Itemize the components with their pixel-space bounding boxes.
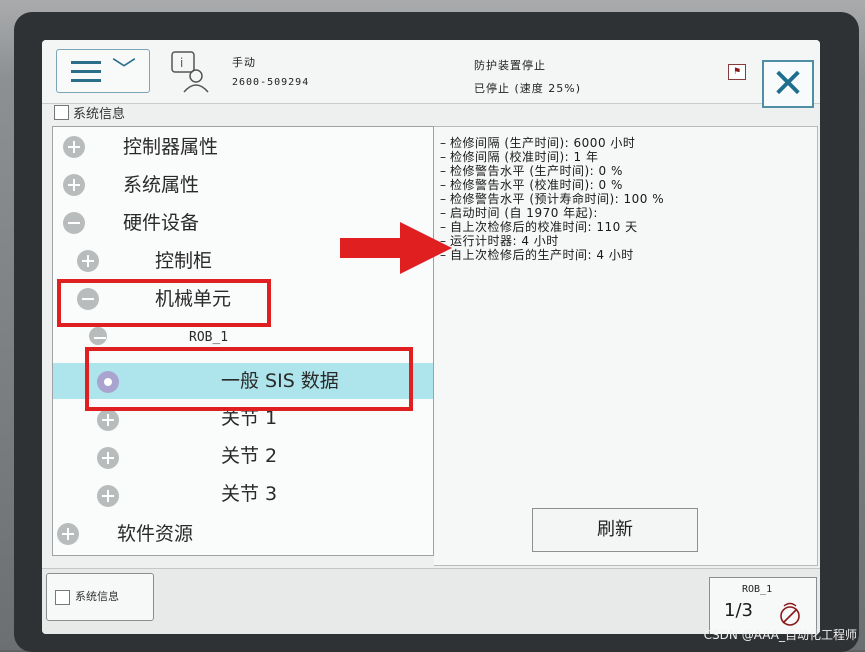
info-line: – 运行计时器: 4 小时: [440, 234, 559, 248]
watermark: CSDN @AAA_自动化工程师: [703, 628, 857, 642]
info-line: – 自上次检修后的校准时间: 110 天: [440, 220, 638, 234]
info-line: – 检修间隔 (校准时间): 1 年: [440, 150, 599, 164]
info-line: – 自上次检修后的生产时间: 4 小时: [440, 248, 634, 262]
system-serial: 2600-509294: [232, 77, 310, 88]
hamburger-icon: [71, 61, 101, 83]
expand-icon[interactable]: [77, 250, 99, 272]
close-button[interactable]: ✕: [762, 60, 814, 108]
main-menu-button[interactable]: ﹀: [56, 49, 150, 93]
tree-item-system-properties[interactable]: 系统属性: [123, 170, 199, 200]
operating-mode: 手动: [232, 56, 256, 69]
expand-icon[interactable]: [97, 409, 119, 431]
window-title-label: 系统信息: [73, 107, 126, 122]
taskbar-system-info[interactable]: 系统信息: [46, 573, 154, 621]
tree-item-joint-2[interactable]: 关节 2: [221, 441, 277, 471]
tree-item-controller-properties[interactable]: 控制器属性: [123, 132, 218, 162]
tree-item-control-cabinet[interactable]: 控制柜: [155, 246, 212, 276]
collapse-icon[interactable]: [63, 212, 85, 234]
expand-icon[interactable]: [57, 523, 79, 545]
expand-icon[interactable]: [63, 174, 85, 196]
info-line: – 检修间隔 (生产时间): 6000 小时: [440, 136, 636, 150]
info-line: – 检修警告水平 (生产时间): 0 %: [440, 164, 623, 178]
flexpendant-screen: ﹀ i 手动 2600-509294 防护装置停止 已停止 (速度 25%) ⚑…: [42, 40, 820, 634]
info-line: – 检修警告水平 (预计寿命时间): 100 %: [440, 192, 665, 206]
annotation-box-sis-data: [85, 347, 413, 411]
svg-text:i: i: [180, 56, 183, 70]
expand-icon[interactable]: [63, 136, 85, 158]
speed-icon: [780, 602, 800, 626]
tree-item-hardware-devices[interactable]: 硬件设备: [123, 208, 199, 238]
tree-item-joint-3[interactable]: 关节 3: [221, 479, 277, 509]
system-info-icon: [55, 590, 70, 605]
annotation-box-mechanical-units: [57, 279, 271, 327]
info-line: – 检修警告水平 (校准时间): 0 %: [440, 178, 623, 192]
chevron-down-icon: ﹀: [112, 56, 136, 84]
safety-status: 防护装置停止: [474, 59, 546, 72]
annotation-arrow-icon: [340, 222, 452, 274]
refresh-button[interactable]: 刷新: [532, 508, 698, 552]
tree-item-software-resources[interactable]: 软件资源: [117, 519, 193, 549]
system-info-icon: [54, 105, 69, 120]
system-info-tree: 控制器属性 系统属性 硬件设备 控制柜 机械单元 ROB_1 一般 SIS 数据…: [52, 126, 434, 556]
operator-mode-icon: i: [171, 51, 209, 93]
bottom-bar: 系统信息 ROB_1 1/3: [42, 568, 820, 634]
expand-icon[interactable]: [97, 485, 119, 507]
collapse-icon[interactable]: [89, 327, 107, 345]
task-fraction: 1/3: [724, 600, 753, 621]
window-title: 系统信息: [54, 103, 125, 123]
info-line: – 启动时间 (自 1970 年起):: [440, 206, 598, 220]
status-flag-icon[interactable]: ⚑: [728, 64, 746, 80]
expand-icon[interactable]: [97, 447, 119, 469]
top-bar: ﹀ i 手动 2600-509294 防护装置停止 已停止 (速度 25%) ⚑…: [42, 40, 820, 108]
close-icon: ✕: [771, 61, 805, 107]
run-status: 已停止 (速度 25%): [474, 82, 582, 95]
sis-data-panel: – 检修间隔 (生产时间): 6000 小时 – 检修间隔 (校准时间): 1 年 …: [434, 126, 818, 566]
mechanical-unit-label: ROB_1: [742, 584, 773, 595]
